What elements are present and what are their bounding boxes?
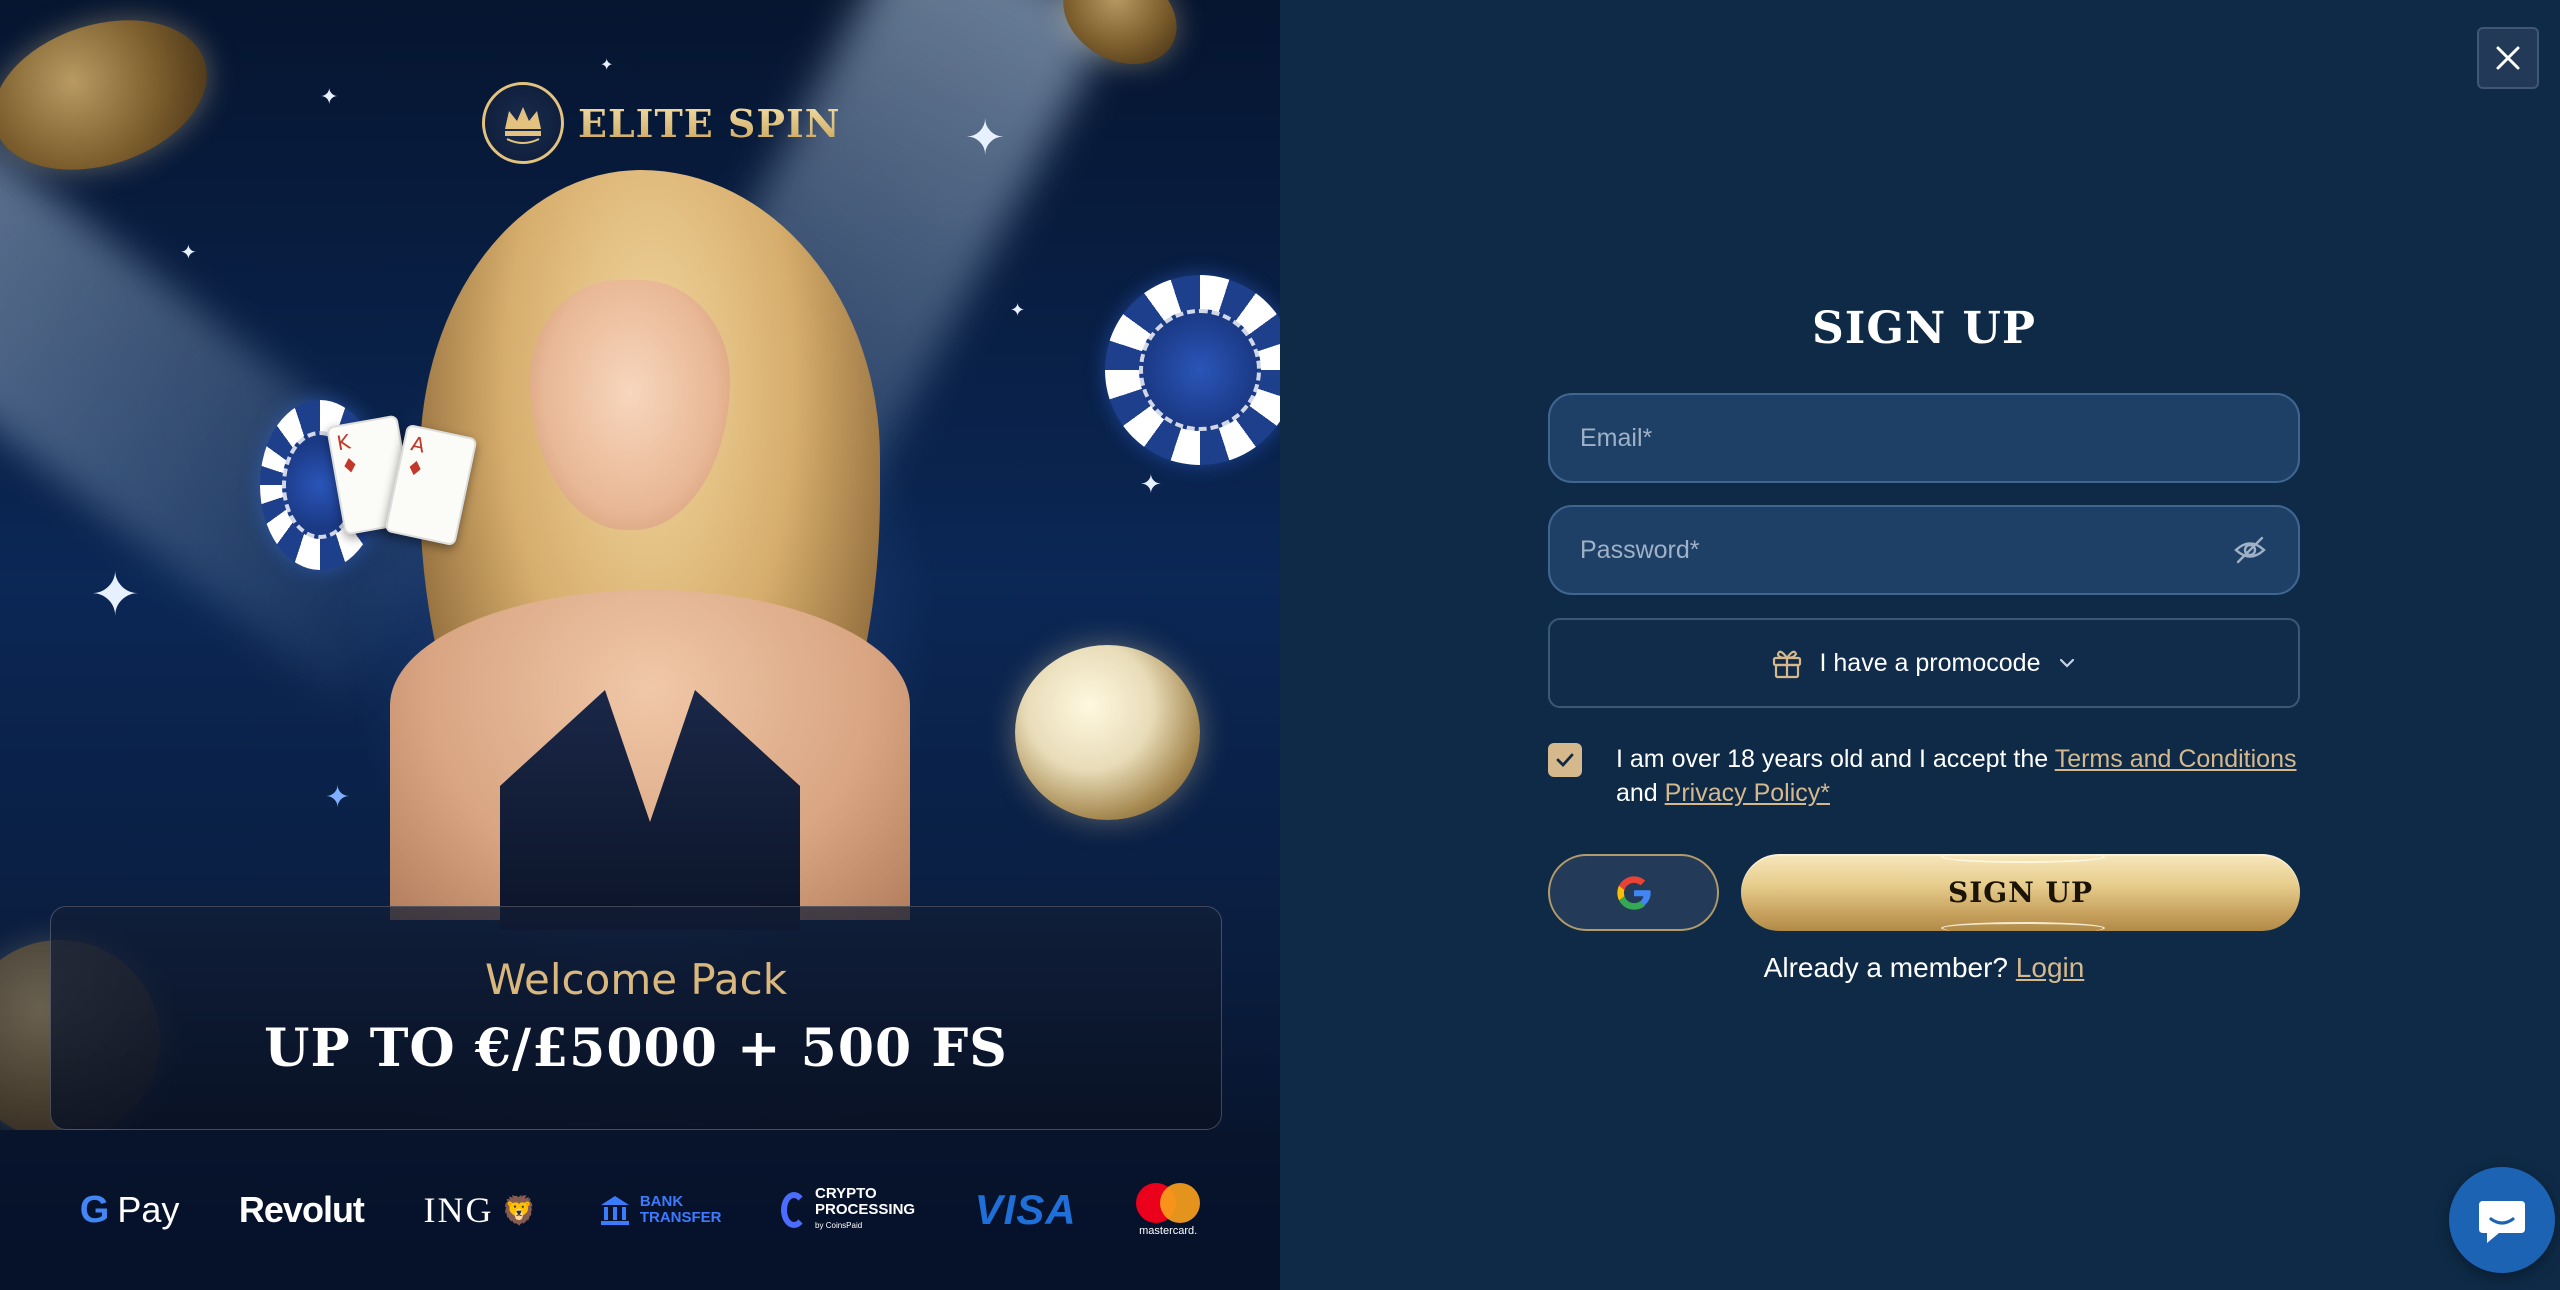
close-icon [2496,46,2520,70]
age-consent: I am over 18 years old and I accept the … [1548,742,2300,810]
brand-name: ELITE SPIN [578,100,841,146]
login-link[interactable]: Login [2016,952,2085,983]
check-icon [1556,753,1574,768]
bank-transfer-logo: BANK TRANSFER [598,1193,722,1227]
terms-link[interactable]: Terms and Conditions [2055,745,2297,773]
chat-icon [2479,1201,2525,1243]
sparkle-icon: ✦ [600,55,614,74]
eye-off-icon [2234,536,2266,564]
bank-icon [600,1196,629,1225]
consent-text: I am over 18 years old and I accept the … [1616,745,2297,807]
sparkle-icon: ✦ [1010,300,1026,321]
gold-coin [1045,0,1195,84]
payment-methods: G Pay Revolut ING 🦁 BANK TRANSFER CRYPTO… [0,1130,1280,1290]
casino-chip [1105,275,1280,465]
sparkle-icon: ✦ [180,240,197,264]
close-button[interactable] [2477,27,2539,89]
crown-icon [482,82,564,164]
crypto-processing-logo: CRYPTO PROCESSING by CoinsPaid [781,1186,915,1234]
password-input[interactable] [1578,534,2230,566]
google-pay-logo: G Pay [79,1188,180,1231]
coinspaid-icon [781,1192,808,1228]
brand-logo[interactable]: ELITE SPIN [482,82,840,164]
consent-checkbox[interactable] [1548,743,1582,777]
welcome-offer: UP TO €/£5000 + 500 FS [264,1018,1008,1079]
already-member: Already a member? Login [1763,952,2085,983]
privacy-link[interactable]: Privacy Policy* [1665,779,1830,807]
live-chat-button[interactable] [2449,1167,2555,1273]
ornament [1940,851,2105,863]
gold-coin [0,0,227,196]
signup-title: SIGN UP [1812,303,2036,354]
promocode-toggle[interactable]: I have a promocode [1548,618,2300,708]
gift-icon [1772,650,1801,679]
google-signup-button[interactable] [1548,854,1719,931]
chevron-down-icon [2060,658,2075,668]
promo-panel: ✦ ✦ ✦ ✦ ✦ ✦ ✦ ✦ K ♦ A ♦ ELITE SPIN Welcome… [0,0,1280,1290]
password-field[interactable] [1548,505,2300,595]
lion-icon: 🦁 [501,1193,539,1227]
mastercard-logo: mastercard. [1136,1183,1201,1237]
sparkle-icon: ✦ [965,110,1006,166]
toggle-password-visibility[interactable] [2230,530,2270,570]
gold-coin [1015,645,1200,820]
visa-logo: VISA [974,1186,1077,1233]
ing-logo: ING 🦁 [423,1190,539,1230]
welcome-pack-banner: Welcome Pack UP TO €/£5000 + 500 FS [50,906,1222,1130]
promocode-label: I have a promocode [1819,648,2041,677]
email-input[interactable] [1578,422,2270,454]
revolut-logo: Revolut [238,1189,365,1230]
welcome-title: Welcome Pack [484,955,788,1004]
sparkle-icon: ✦ [320,85,339,110]
sparkle-icon: ✦ [1140,470,1162,500]
email-field[interactable] [1548,393,2300,483]
google-icon [1616,875,1651,910]
signup-submit-button[interactable]: SIGN UP [1741,851,2300,934]
ornament [1940,922,2105,934]
sparkle-icon: ✦ [90,560,141,630]
